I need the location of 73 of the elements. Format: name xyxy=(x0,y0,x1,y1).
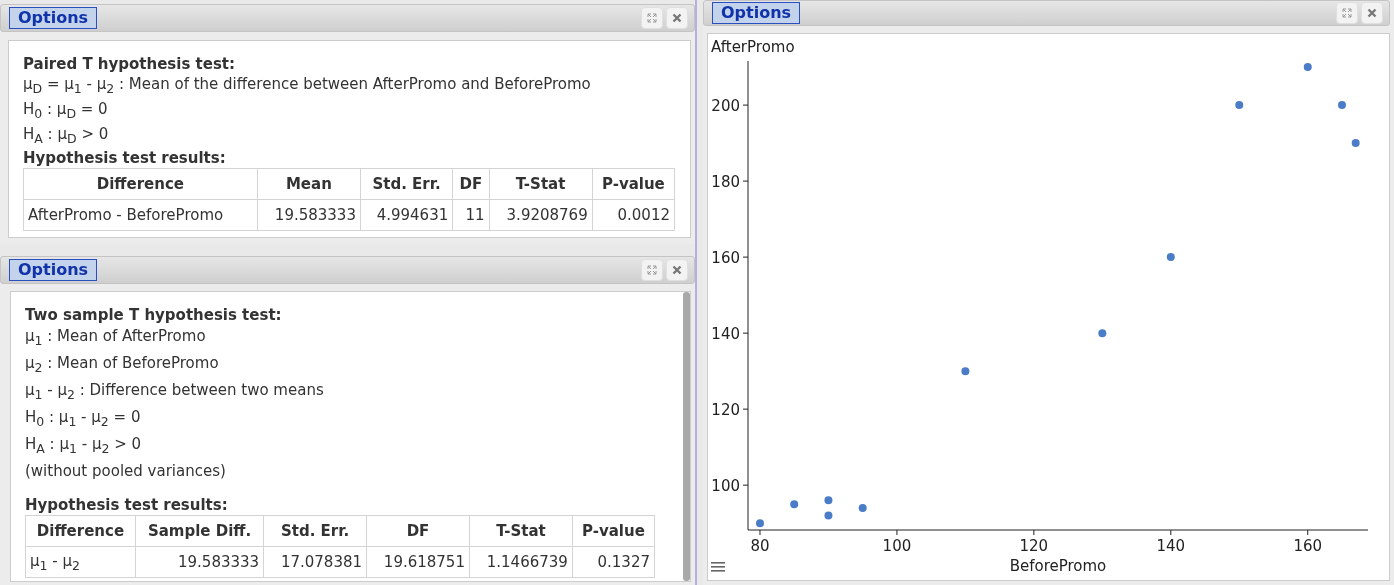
tick-label: 120 xyxy=(1019,537,1049,555)
scrollbar[interactable] xyxy=(683,292,690,581)
data-point xyxy=(1351,139,1360,148)
results-title: Hypothesis test results: xyxy=(23,149,227,168)
data-point xyxy=(824,511,833,520)
table-cell: AfterPromo - BeforePromo xyxy=(23,199,258,231)
close-icon[interactable] xyxy=(666,259,688,281)
column-header: Std. Err. xyxy=(360,168,453,200)
test-title: Two sample T hypothesis test: xyxy=(25,306,283,325)
data-point xyxy=(1338,101,1346,110)
column-header: DF xyxy=(366,515,470,547)
formula-line: μ$_{2}$ : Mean of BeforePromo xyxy=(25,353,220,377)
table-cell: 0.0012 xyxy=(592,199,675,231)
column-header: Std. Err. xyxy=(263,515,367,547)
tick-label: 100 xyxy=(882,537,912,555)
data-point xyxy=(858,503,867,512)
table-cell: 11 xyxy=(452,199,489,231)
data-point xyxy=(1235,101,1244,110)
tick-label: 100 xyxy=(711,477,740,496)
formula-line: (without pooled variances) xyxy=(25,461,227,482)
tick-label: 120 xyxy=(711,401,740,420)
table-cell: 0.1327 xyxy=(572,546,655,578)
column-header: T-Stat xyxy=(469,515,573,547)
table-cell: 17.078381 xyxy=(263,546,367,578)
table-cell: 19.583333 xyxy=(257,199,361,231)
table-cell: 3.9208769 xyxy=(489,199,593,231)
formula-line: μ$_{1}$ - μ$_{2}$ : Difference between two means xyxy=(25,380,325,404)
tick-label: 80 xyxy=(750,537,770,555)
options-button[interactable]: Options xyxy=(9,259,98,281)
test-title: Paired T hypothesis test: xyxy=(23,55,237,74)
data-point xyxy=(1098,329,1107,338)
close-icon[interactable] xyxy=(1361,2,1383,24)
table-cell: μ$_{1}$ - μ$_{2}$ xyxy=(25,546,136,578)
tick-label: 160 xyxy=(711,249,740,268)
column-header: P-value xyxy=(572,515,655,547)
formula-line: H$_{0}$ : μ$_{1}$ - μ$_{2}$ = 0 xyxy=(25,407,142,431)
data-point xyxy=(961,367,970,376)
formula-line: H$_{0}$ : μ$_{D}$ = 0 xyxy=(23,99,109,123)
column-header: DF xyxy=(452,168,489,200)
table-cell: 19.583333 xyxy=(135,546,264,578)
table-cell: 19.618751 xyxy=(366,546,470,578)
tick-label: 140 xyxy=(711,325,740,344)
expand-icon[interactable] xyxy=(641,259,663,281)
column-header: Difference xyxy=(25,515,136,547)
tick-label: 200 xyxy=(711,97,740,116)
tick-label: 180 xyxy=(711,173,740,192)
close-icon[interactable] xyxy=(666,7,688,29)
menu-icon[interactable] xyxy=(711,562,725,572)
table-cell: 4.994631 xyxy=(360,199,453,231)
formula-line: μ$_{1}$ : Mean of AfterPromo xyxy=(25,326,207,350)
data-point xyxy=(1303,63,1312,72)
table-cell: 1.1466739 xyxy=(469,546,573,578)
data-point xyxy=(1166,253,1175,262)
results-title: Hypothesis test results: xyxy=(25,496,229,515)
expand-icon[interactable] xyxy=(641,7,663,29)
x-axis-title: BeforePromo xyxy=(1009,557,1107,575)
column-header: Sample Diff. xyxy=(135,515,264,547)
column-header: T-Stat xyxy=(489,168,593,200)
formula-line: H$_{A}$ : μ$_{D}$ > 0 xyxy=(23,124,110,148)
data-point xyxy=(824,496,833,505)
column-header: Mean xyxy=(257,168,361,200)
tick-label: 160 xyxy=(1293,537,1323,555)
expand-icon[interactable] xyxy=(1336,2,1358,24)
data-point xyxy=(756,519,764,528)
column-header: Difference xyxy=(23,168,258,200)
options-button[interactable]: Options xyxy=(9,7,98,29)
tick-label: 140 xyxy=(1156,537,1186,555)
formula-line: μ$_{D}$ = μ$_{1}$ - μ$_{2}$ : Mean of the difference between AfterPromo and BeforePromo xyxy=(23,74,592,98)
data-point xyxy=(790,500,799,509)
formula-line: H$_{A}$ : μ$_{1}$ - μ$_{2}$ > 0 xyxy=(25,434,143,458)
y-axis-title: AfterPromo xyxy=(711,38,795,56)
column-header: P-value xyxy=(592,168,675,200)
options-button[interactable]: Options xyxy=(712,2,801,24)
